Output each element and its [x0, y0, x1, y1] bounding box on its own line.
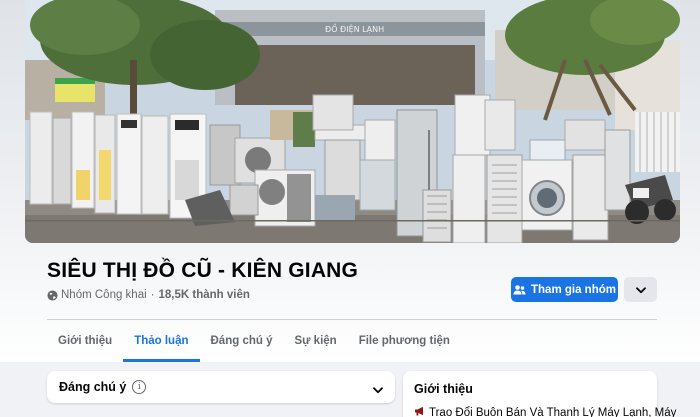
people-icon [513, 284, 526, 296]
info-icon[interactable]: i [132, 380, 147, 394]
about-card: Giới thiệu Trao Đổi Buôn Bán Và Thanh Lý… [403, 371, 676, 417]
globe-icon [47, 289, 58, 301]
privacy-label: Nhóm Công khai [61, 289, 147, 301]
group-meta: Nhóm Công khai · 18,5K thành viên [47, 289, 250, 301]
group-header: ĐỒ ĐIỆN LẠNH SIÊU THỊ ĐỒ CŨ - KIÊN GIANG… [0, 0, 700, 362]
featured-card[interactable]: Đáng chú ý i [47, 371, 395, 403]
featured-title-text: Đáng chú ý [59, 380, 127, 394]
chevron-down-icon [635, 281, 646, 299]
group-tabs: Giới thiệu Thảo luận Đáng chú ý Sự kiện … [47, 320, 461, 362]
tab-media[interactable]: File phương tiện [348, 320, 461, 362]
join-group-label: Tham gia nhóm [531, 283, 616, 296]
tab-about[interactable]: Giới thiệu [47, 320, 123, 362]
tab-discussion[interactable]: Thảo luận [123, 320, 200, 362]
more-options-button[interactable] [624, 277, 657, 302]
about-title: Giới thiệu [414, 382, 473, 396]
join-group-button[interactable]: Tham gia nhóm [511, 277, 618, 302]
cover-photo[interactable]: ĐỒ ĐIỆN LẠNH [25, 0, 680, 243]
about-description: Trao Đổi Buôn Bán Và Thanh Lý Máy Lạnh, … [414, 406, 676, 417]
featured-title: Đáng chú ý i [59, 380, 147, 394]
member-count[interactable]: 18,5K thành viên [159, 289, 250, 301]
tab-featured[interactable]: Đáng chú ý [200, 320, 284, 362]
meta-separator: · [150, 289, 155, 301]
megaphone-icon [414, 406, 426, 417]
chevron-down-icon[interactable] [373, 381, 383, 399]
tab-events[interactable]: Sự kiện [283, 320, 347, 362]
group-title: SIÊU THỊ ĐỒ CŨ - KIÊN GIANG [47, 259, 359, 282]
about-description-text: Trao Đổi Buôn Bán Và Thanh Lý Máy Lạnh, … [429, 406, 677, 417]
